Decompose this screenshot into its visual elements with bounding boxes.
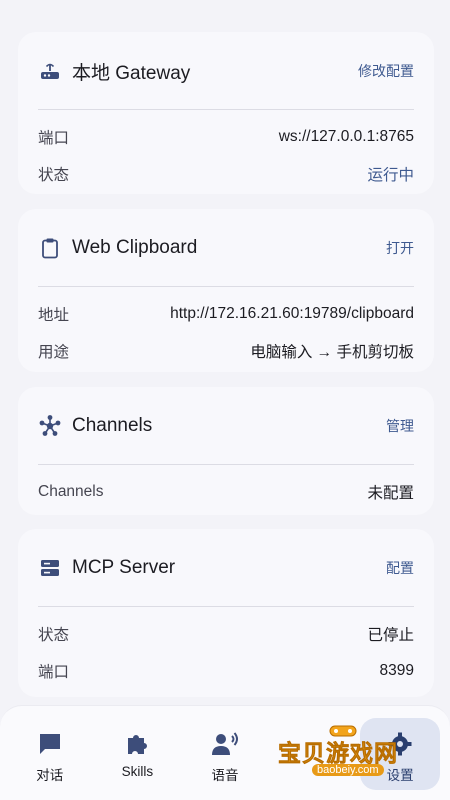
- voice-icon: [211, 730, 239, 758]
- channels-row: Channels 未配置: [18, 473, 434, 510]
- row-key: 用途: [38, 343, 70, 361]
- row-key: Channels: [38, 482, 104, 500]
- clipboard-usage-value: 电脑输入 → 手机剪切板: [250, 343, 414, 361]
- divider: [38, 606, 414, 607]
- clipboard-open-button[interactable]: 打开: [386, 238, 414, 258]
- gateway-card-header: 本地 Gateway 修改配置: [18, 32, 434, 110]
- mcp-configure-button[interactable]: 配置: [386, 558, 414, 578]
- tab-chat[interactable]: 对话: [10, 718, 90, 790]
- watermark-text: 宝贝游戏网: [278, 740, 398, 767]
- gateway-status-value: 运行中: [367, 166, 414, 184]
- watermark-url: baobeiy.com: [312, 764, 384, 776]
- clipboard-usage-row: 用途 电脑输入 → 手机剪切板: [18, 332, 434, 369]
- row-key: 状态: [38, 626, 70, 644]
- mcp-port-value: 8399: [379, 661, 414, 679]
- row-key: 端口: [38, 663, 70, 681]
- clipboard-address-value[interactable]: http://172.16.21.60:19789/clipboard: [170, 305, 414, 323]
- divider: [38, 464, 414, 465]
- settings-content: 本地 Gateway 修改配置 端口 ws://127.0.0.1:8765 状…: [0, 0, 450, 705]
- mcp-port-row: 端口 8399: [18, 652, 434, 689]
- clipboard-card-header: Web Clipboard 打开: [18, 209, 434, 287]
- mcp-card: MCP Server 配置 状态 已停止 端口 8399: [18, 529, 434, 697]
- channels-value: 未配置: [367, 484, 414, 502]
- tab-label: Skills: [121, 764, 154, 779]
- gateway-status-row: 状态 运行中: [18, 155, 434, 192]
- watermark-logo: 宝贝游戏网 baobeiy.com: [272, 724, 422, 784]
- clipboard-address-row: 地址 http://172.16.21.60:19789/clipboard: [18, 295, 434, 332]
- gateway-port-row: 端口 ws://127.0.0.1:8765: [18, 118, 434, 155]
- mcp-status-row: 状态 已停止: [18, 615, 434, 652]
- mcp-card-header: MCP Server 配置: [18, 529, 434, 607]
- router-icon: [38, 59, 62, 83]
- gateway-card: 本地 Gateway 修改配置 端口 ws://127.0.0.1:8765 状…: [18, 32, 434, 194]
- puzzle-icon: [123, 730, 151, 758]
- hub-icon: [38, 414, 62, 438]
- tab-label: 语音: [211, 768, 239, 783]
- mcp-status-value: 已停止: [367, 626, 414, 644]
- gateway-title: 本地 Gateway: [72, 62, 191, 84]
- gateway-edit-config-button[interactable]: 修改配置: [358, 61, 414, 81]
- tab-voice[interactable]: 语音: [185, 718, 265, 790]
- row-key: 端口: [38, 129, 70, 147]
- channels-title: Channels: [72, 415, 153, 436]
- chat-icon: [36, 730, 64, 758]
- clipboard-icon: [38, 236, 62, 260]
- tab-skills[interactable]: Skills: [97, 718, 177, 790]
- divider: [38, 109, 414, 110]
- channels-card: Channels 管理 Channels 未配置: [18, 387, 434, 515]
- clipboard-card: Web Clipboard 打开 地址 http://172.16.21.60:…: [18, 209, 434, 372]
- row-key: 状态: [38, 166, 70, 184]
- row-key: 地址: [38, 306, 70, 324]
- divider: [38, 286, 414, 287]
- gateway-port-value: ws://127.0.0.1:8765: [278, 127, 414, 145]
- clipboard-title: Web Clipboard: [72, 237, 198, 258]
- channels-manage-button[interactable]: 管理: [386, 416, 414, 436]
- server-icon: [38, 556, 62, 580]
- channels-card-header: Channels 管理: [18, 387, 434, 465]
- mcp-title: MCP Server: [72, 557, 176, 578]
- tab-label: 对话: [36, 768, 64, 783]
